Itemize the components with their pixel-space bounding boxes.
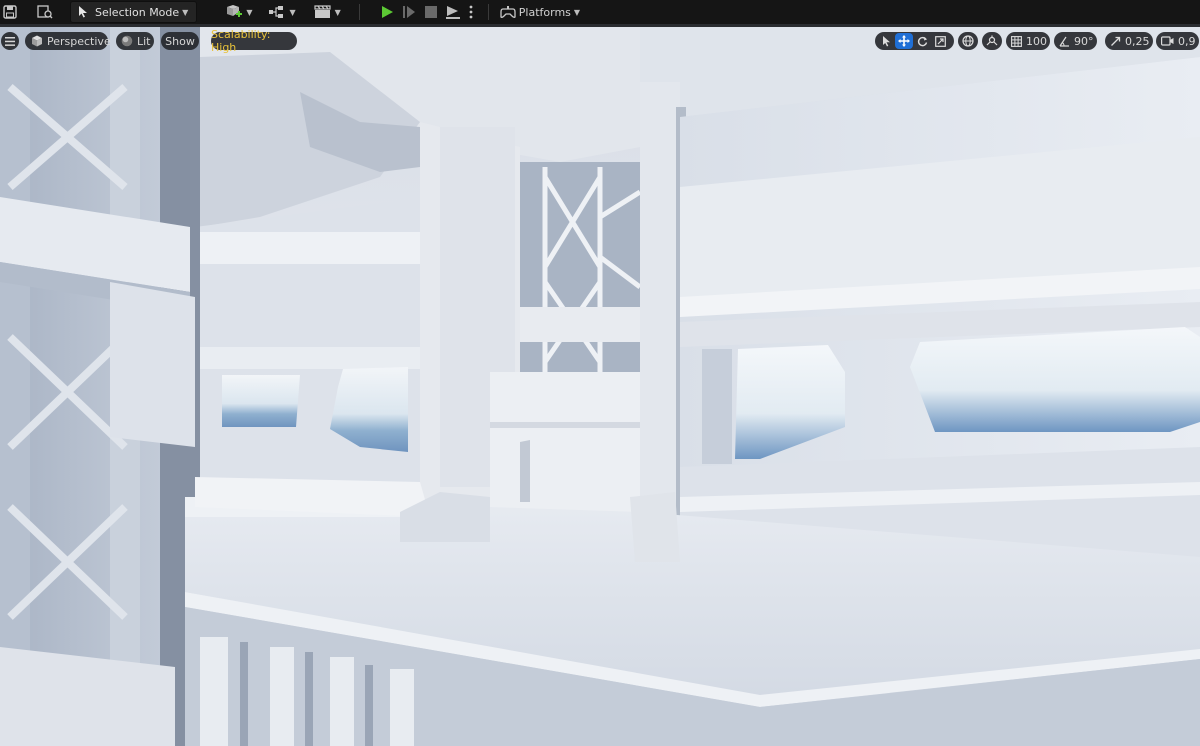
- show-label: Show: [165, 34, 195, 48]
- scale-snap-value: 0,25: [1125, 34, 1150, 48]
- globe-icon: [962, 35, 974, 47]
- platforms-label: Platforms: [518, 5, 571, 19]
- content-browser-icon[interactable]: [36, 2, 54, 22]
- unreal-editor-window: Selection Mode ▼ ▼ ▼ ▼ Platforms ▼ Persp…: [0, 0, 1200, 746]
- grid-icon: [1011, 35, 1022, 47]
- surface-snapping-button[interactable]: [982, 32, 1002, 50]
- scalability-label: Scalability: High: [211, 28, 271, 54]
- camera-icon: [1161, 36, 1174, 46]
- grid-snap-button[interactable]: 100: [1006, 32, 1050, 50]
- lit-label: Lit: [137, 34, 151, 48]
- chevron-down-icon: ▼: [182, 7, 189, 17]
- angle-icon: [1059, 36, 1070, 47]
- lit-sphere-icon: [121, 35, 133, 47]
- perspective-view-button[interactable]: Perspective: [25, 32, 111, 50]
- selection-mode-dropdown[interactable]: Selection Mode ▼: [70, 1, 198, 23]
- select-arrow-icon: [77, 2, 89, 22]
- world-local-toggle-button[interactable]: [958, 32, 978, 50]
- scalability-warning-button[interactable]: Scalability: High: [211, 28, 297, 54]
- platforms-dropdown[interactable]: Platforms ▼: [499, 2, 580, 22]
- camera-speed-value: 0,9: [1178, 34, 1196, 48]
- rotation-snap-button[interactable]: 90°: [1054, 32, 1097, 50]
- select-arrow-icon: [882, 32, 891, 51]
- rotation-snap-value: 90°: [1074, 34, 1094, 48]
- toolbar-divider: [358, 4, 360, 20]
- viewport-options-button[interactable]: [1, 32, 19, 50]
- toolbar-divider: [487, 4, 489, 20]
- scale-snap-icon: [1110, 36, 1121, 47]
- chevron-down-icon: ▼: [334, 7, 341, 17]
- surface-snap-icon: [986, 35, 998, 47]
- selection-mode-label: Selection Mode: [95, 5, 180, 19]
- select-mode-button[interactable]: [877, 33, 895, 49]
- chevron-down-icon: ▼: [573, 7, 581, 17]
- camera-speed-button[interactable]: 0,9: [1156, 32, 1199, 50]
- viewport-scene: [0, 27, 1200, 746]
- cube-icon: [31, 35, 43, 47]
- scale-snap-button[interactable]: 0,25: [1105, 32, 1153, 50]
- grid-snap-value: 100: [1026, 34, 1047, 48]
- gamepad-icon: [499, 2, 517, 22]
- play-icon[interactable]: [378, 2, 396, 22]
- hamburger-menu-icon: [5, 36, 15, 46]
- cinematics-icon[interactable]: ▼: [314, 2, 341, 22]
- scale-icon: [934, 32, 946, 51]
- translate-mode-button[interactable]: [895, 33, 913, 49]
- blueprints-icon[interactable]: ▼: [268, 2, 296, 22]
- rotate-icon: [917, 32, 928, 51]
- stop-icon[interactable]: [422, 2, 440, 22]
- chevron-down-icon: ▼: [246, 7, 253, 17]
- perspective-label: Perspective: [47, 34, 111, 48]
- transform-mode-group: [875, 32, 954, 50]
- more-options-icon[interactable]: [466, 2, 476, 22]
- view-mode-lit-button[interactable]: Lit: [116, 32, 154, 50]
- add-actor-icon[interactable]: ▼: [225, 2, 252, 22]
- move-arrows-icon: [898, 32, 910, 51]
- main-toolbar: Selection Mode ▼ ▼ ▼ ▼ Platforms ▼: [0, 0, 1200, 27]
- eject-play-options-icon[interactable]: [444, 2, 462, 22]
- save-icon[interactable]: [2, 2, 18, 22]
- show-flags-button[interactable]: Show: [161, 32, 199, 50]
- scale-mode-button[interactable]: [931, 33, 949, 49]
- rotate-mode-button[interactable]: [913, 33, 931, 49]
- chevron-down-icon: ▼: [289, 7, 296, 17]
- level-viewport[interactable]: Perspective Lit Show Scalability: High 1…: [0, 27, 1200, 746]
- advance-frame-icon[interactable]: [400, 2, 418, 22]
